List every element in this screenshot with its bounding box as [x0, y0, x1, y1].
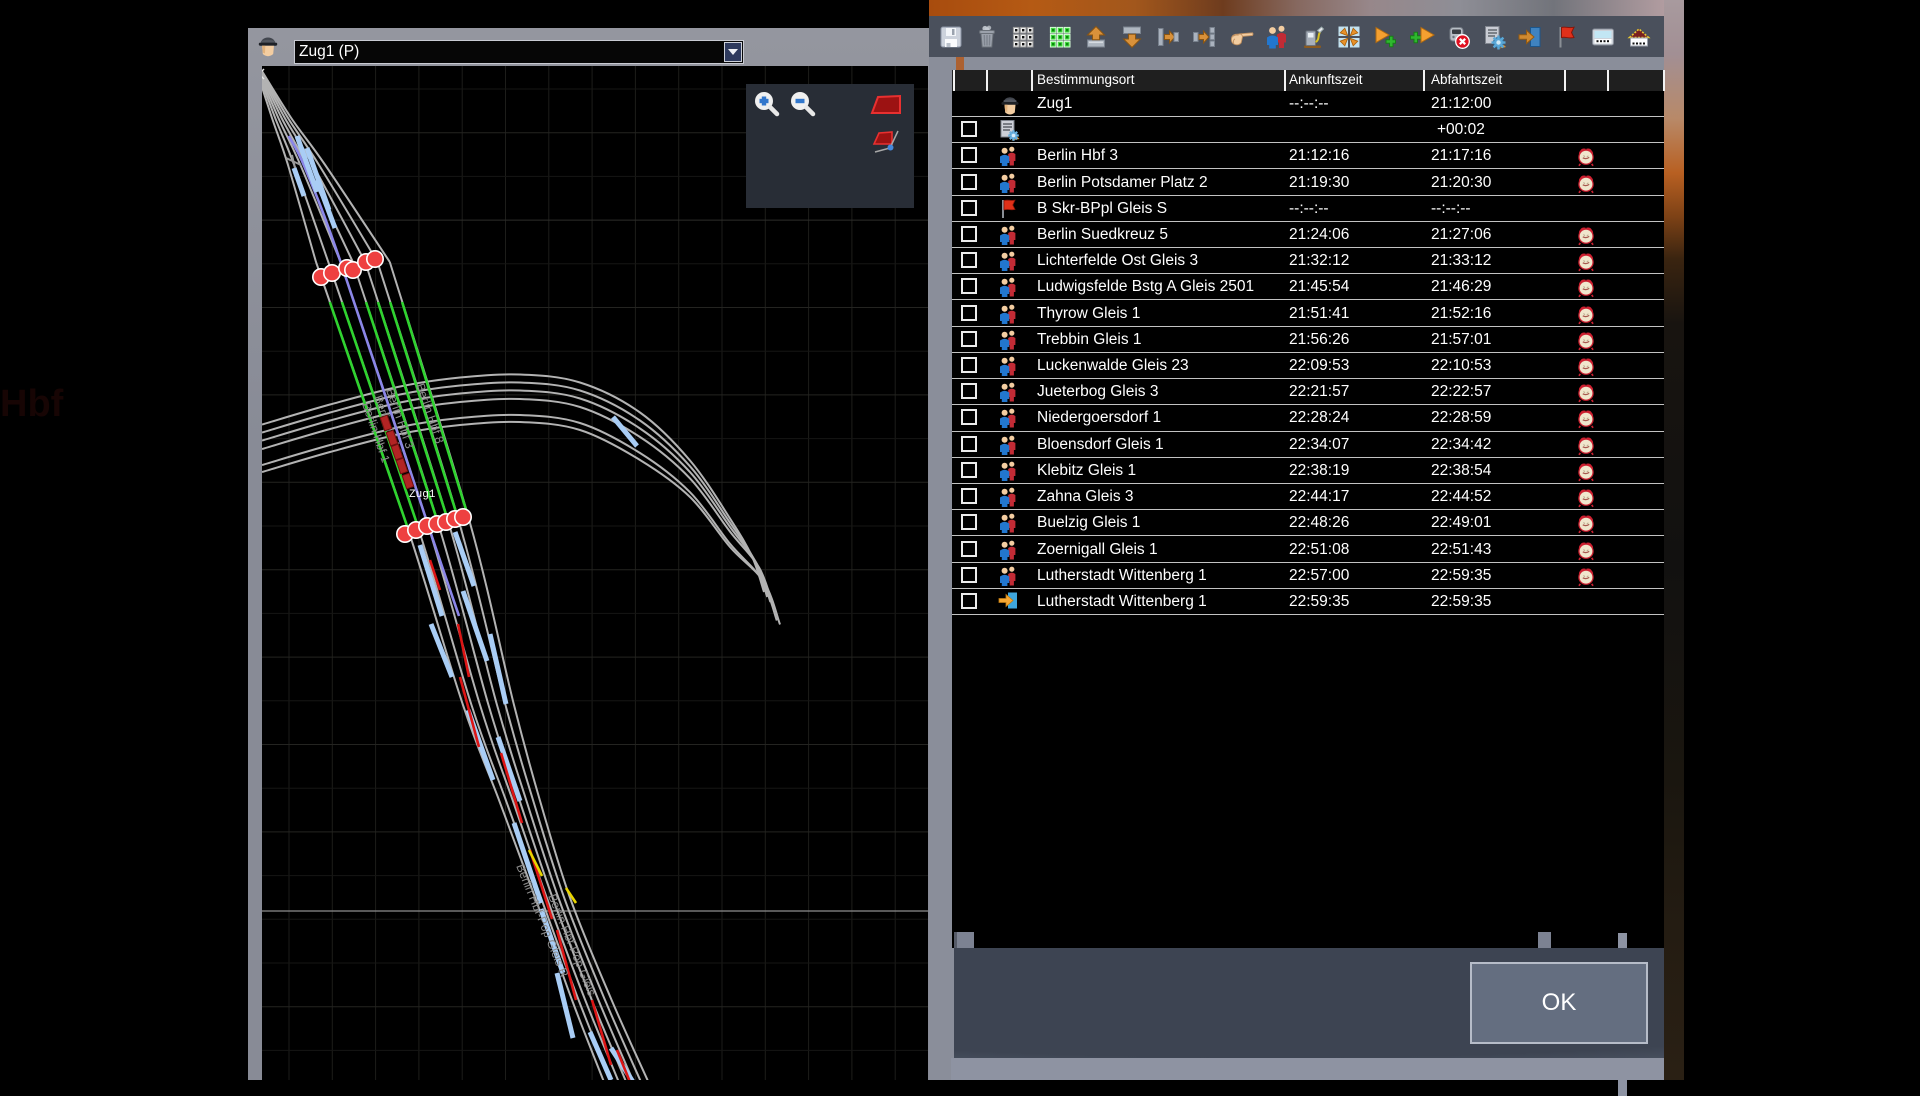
- svg-text:Zug1: Zug1: [409, 489, 436, 501]
- svg-text:Berlin Hbf 8: Berlin Hbf 8: [413, 381, 447, 445]
